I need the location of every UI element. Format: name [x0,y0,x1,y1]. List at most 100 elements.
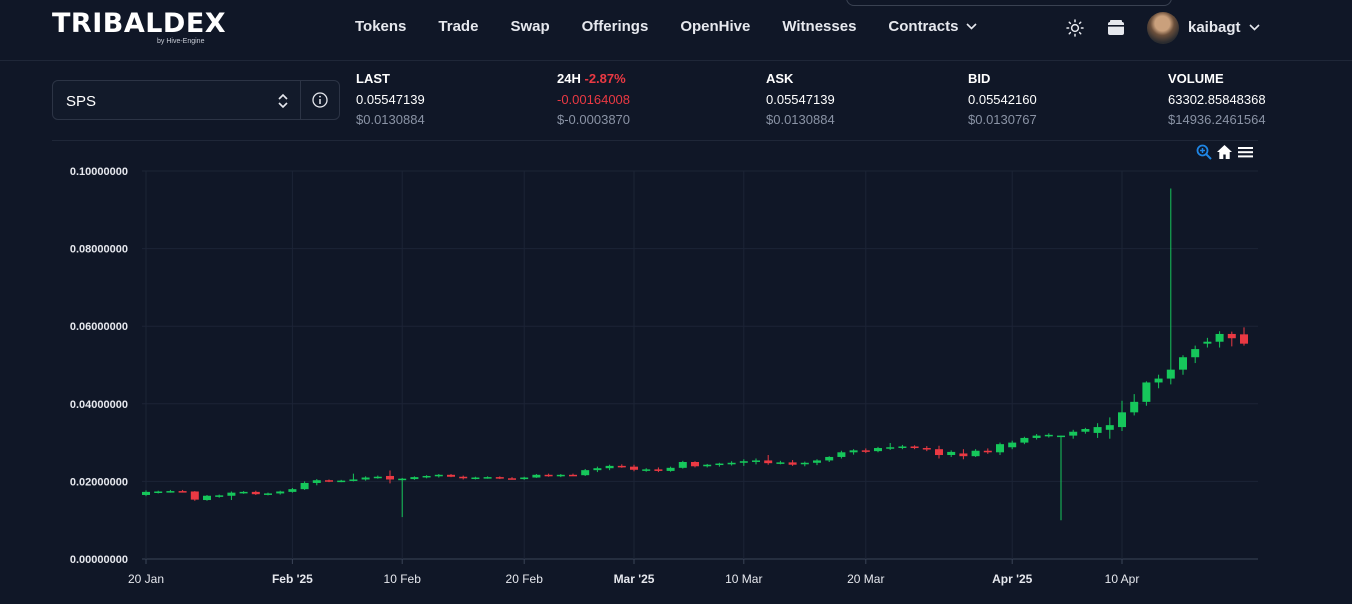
candle-body [386,475,394,480]
stat-24h-usd: $-0.0003870 [557,112,631,127]
x-tick-label: 20 Jan [128,572,164,586]
candle-body [593,468,602,471]
x-tick-label: Mar '25 [614,572,655,586]
global-search-box[interactable] [846,0,1172,6]
price-candlestick-chart[interactable]: 0.00000000 0.02000000 0.04000000 0.06000000… [0,140,1352,604]
candle-body [691,462,699,467]
candle-body [581,470,590,476]
candle-body [1118,412,1126,428]
nav-trade[interactable]: Trade [438,18,478,35]
candle-body [813,460,821,463]
candle-body [825,456,834,461]
nav-offerings[interactable]: Offerings [582,18,649,35]
candle-body [190,491,199,500]
tribaldex-logo[interactable]: TRIBALDEX by Hive-Engine [52,10,226,46]
token-info-button[interactable] [301,81,339,119]
stat-bid-usd: $0.0130767 [968,112,1037,127]
nav-openhive[interactable]: OpenHive [680,18,750,35]
stat-volume: VOLUME 63302.85848368 $14936.2461564 [1168,72,1266,127]
candle-body [861,450,870,452]
candle-body [1057,435,1065,438]
candle-body [325,480,333,482]
stat-bid: BID 0.05542160 $0.0130767 [968,72,1037,127]
candle-body [312,480,321,483]
user-avatar[interactable] [1147,12,1179,44]
stat-ask: ASK 0.05547139 $0.0130884 [766,72,835,127]
candle-body [739,461,748,463]
candle-body [1215,333,1224,342]
candle-body [898,446,907,448]
candle-body [1191,349,1200,358]
nav-contracts-dropdown[interactable]: Contracts [888,18,977,35]
candle-body [703,464,712,467]
x-tick-label: 20 Mar [847,572,884,586]
stat-24h-label: 24H [557,71,581,86]
candle-body [654,469,663,471]
candle-body [1105,425,1114,430]
candle-body [1044,434,1053,437]
candle-body [666,467,675,471]
candle-body [910,446,919,449]
candle-body [715,463,724,466]
stat-last-value: 0.05547139 [356,92,425,107]
candle-body [483,477,492,479]
stat-bid-value: 0.05542160 [968,92,1037,107]
candle-body [520,477,529,480]
candle-body [1130,401,1139,413]
candle-body [605,465,614,469]
nav-tokens[interactable]: Tokens [355,18,406,35]
stat-24h: 24H -2.87% -0.00164008 $-0.0003870 [557,72,630,127]
candle-body [947,451,956,456]
candle-body [556,474,565,477]
candle-body [752,460,760,462]
candle-body [410,477,419,480]
nav-contracts-label: Contracts [888,18,959,35]
candle-body [1227,333,1236,339]
sun-icon[interactable] [1066,19,1084,37]
chevron-down-icon [1248,24,1260,31]
y-tick-label: 0.04000000 [70,399,128,411]
candle-body [837,452,846,457]
y-tick-label: 0.08000000 [70,244,128,256]
candle-body [642,469,651,471]
candle-body [874,448,882,452]
candle-body [959,453,968,457]
candle-body [276,491,285,494]
candle-body [886,447,895,449]
x-tick-label: Apr '25 [992,572,1033,586]
nav-swap[interactable]: Swap [510,18,549,35]
candle-body [1081,429,1090,432]
chevron-down-icon [966,23,977,30]
candle-body [935,449,943,456]
wallet-icon[interactable] [1107,19,1125,37]
stat-last-usd: $0.0130884 [356,112,425,127]
nav-witnesses[interactable]: Witnesses [782,18,856,35]
token-selector[interactable]: SPS [52,80,340,120]
logo-subtext: by Hive-Engine [157,38,205,45]
x-tick-label: 10 Feb [384,572,422,586]
candle-body [922,448,931,450]
candle-body [1166,369,1175,379]
candle-body [800,462,809,465]
stat-ask-label: ASK [766,71,794,86]
user-menu[interactable]: kaibagt [1188,19,1260,36]
candle-body [361,477,370,480]
candle-body [1020,437,1029,443]
candle-body [1179,357,1187,370]
candle-body [1203,341,1212,344]
stat-volume-usd: $14936.2461564 [1168,112,1266,127]
stat-ask-usd: $0.0130884 [766,112,835,127]
y-tick-label: 0.06000000 [70,321,128,333]
stat-volume-value: 63302.85848368 [1168,92,1266,107]
stat-24h-percent: -2.87% [584,71,626,86]
candle-body [288,489,297,492]
candle-body [373,476,382,479]
candle-body [239,491,248,494]
candle-body [1008,442,1017,448]
candle-body [300,482,309,490]
candle-body [215,495,224,497]
candle-body [727,462,736,465]
candle-body [776,462,785,464]
candle-body [788,462,797,465]
candle-body [264,493,272,495]
